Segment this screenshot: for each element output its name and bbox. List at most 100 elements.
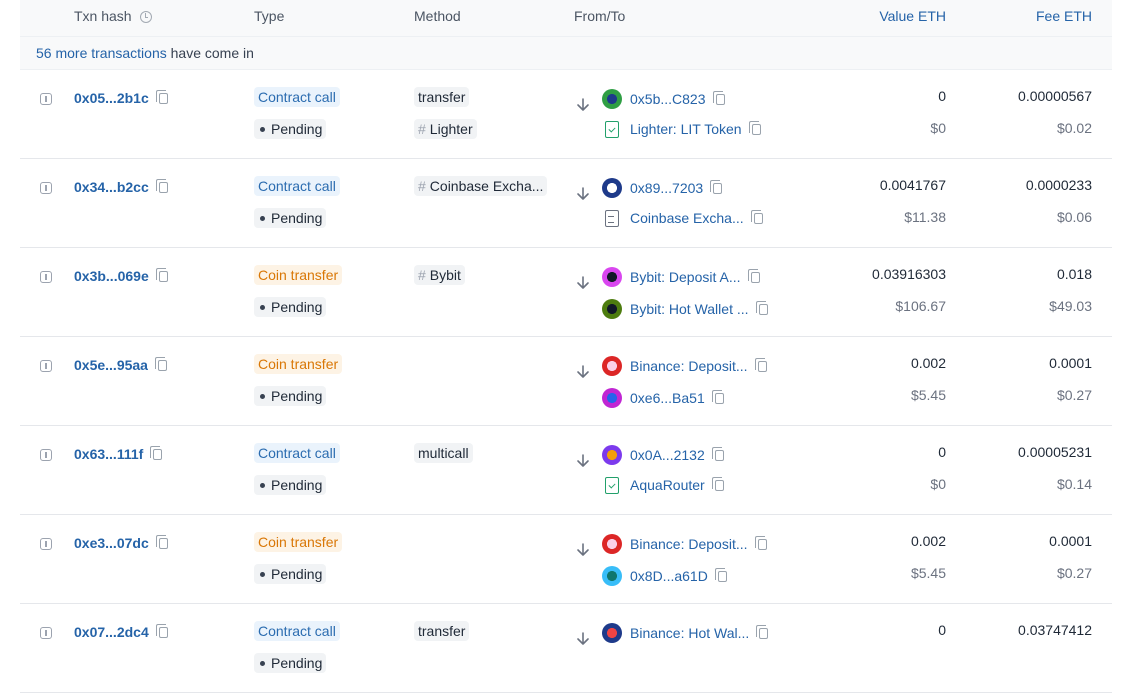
- status-badge: Pending: [254, 475, 327, 495]
- copy-icon[interactable]: [756, 625, 769, 639]
- to-address-avatar-icon: [602, 566, 622, 586]
- method-badge[interactable]: # Bybit: [414, 265, 465, 285]
- fee-usd: $0.27: [1056, 387, 1092, 403]
- from-address[interactable]: 0x0A...2132: [602, 445, 724, 465]
- new-transactions-banner[interactable]: 56 more transactions have come in: [20, 37, 1112, 70]
- copy-icon[interactable]: [747, 269, 760, 283]
- table-row: 0x34...b2cc Contract call Pending # Coinb…: [20, 159, 1112, 248]
- arrow-down-icon: [577, 187, 589, 200]
- fee-eth: 0.03747412: [1018, 622, 1092, 638]
- table-row: 0x07...2dc4 Contract call Pending transf…: [20, 604, 1112, 693]
- arrow-down-icon: [577, 98, 589, 111]
- method-badge[interactable]: # Coinbase Excha...: [414, 176, 548, 196]
- contract-icon: [605, 210, 619, 227]
- status-dot-icon: [260, 661, 265, 666]
- to-address[interactable]: Coinbase Excha...: [602, 210, 763, 227]
- row-details-icon[interactable]: [40, 627, 52, 639]
- hash-tag-icon: #: [418, 178, 426, 194]
- txn-hash-link[interactable]: 0x07...2dc4: [74, 624, 168, 640]
- value-usd: $5.45: [910, 565, 946, 581]
- to-address[interactable]: Bybit: Hot Wallet ...: [602, 299, 768, 319]
- from-address[interactable]: 0x89...7203: [602, 178, 723, 198]
- copy-icon[interactable]: [754, 536, 767, 550]
- clock-icon[interactable]: [139, 11, 152, 23]
- header-fee[interactable]: Fee ETH: [1036, 8, 1092, 24]
- copy-icon[interactable]: [155, 90, 168, 104]
- from-address[interactable]: Binance: Deposit...: [602, 534, 767, 554]
- method-tag-badge[interactable]: # Lighter: [414, 119, 477, 139]
- from-address-avatar-icon: [602, 267, 622, 287]
- copy-icon[interactable]: [155, 179, 168, 193]
- type-badge: Coin transfer: [254, 354, 343, 374]
- txn-hash-link[interactable]: 0x63...111f: [74, 446, 163, 462]
- copy-icon[interactable]: [711, 390, 724, 404]
- txn-hash-link[interactable]: 0x05...2b1c: [74, 90, 168, 106]
- status-badge: Pending: [254, 119, 327, 139]
- copy-icon[interactable]: [750, 210, 763, 224]
- to-address[interactable]: Lighter: LIT Token: [602, 121, 761, 138]
- fee-usd: $0.06: [1056, 209, 1092, 225]
- value-usd: $0: [930, 476, 946, 492]
- arrow-down-icon: [577, 365, 589, 378]
- to-address[interactable]: 0xe6...Ba51: [602, 388, 724, 408]
- txn-hash-link[interactable]: 0x34...b2cc: [74, 179, 168, 195]
- copy-icon[interactable]: [712, 91, 725, 105]
- row-details-icon[interactable]: [40, 271, 52, 283]
- copy-icon[interactable]: [754, 358, 767, 372]
- from-address[interactable]: Binance: Deposit...: [602, 356, 767, 376]
- header-type: Type: [254, 8, 285, 24]
- txn-hash-link[interactable]: 0xe3...07dc: [74, 535, 168, 551]
- copy-icon[interactable]: [711, 447, 724, 461]
- type-badge: Contract call: [254, 621, 340, 641]
- type-badge: Coin transfer: [254, 265, 343, 285]
- table-row: 0xe3...07dc Coin transfer Pending Binanc…: [20, 515, 1112, 604]
- method-badge[interactable]: multicall: [414, 443, 473, 463]
- copy-icon[interactable]: [748, 121, 761, 135]
- status-dot-icon: [260, 483, 265, 488]
- from-address-avatar-icon: [602, 178, 622, 198]
- status-badge: Pending: [254, 208, 327, 228]
- table-row: 0x5e...95aa Coin transfer Pending Binanc…: [20, 337, 1112, 426]
- from-address-avatar-icon: [602, 356, 622, 376]
- from-address-avatar-icon: [602, 623, 622, 643]
- fee-eth: 0.0001: [1049, 533, 1092, 549]
- row-details-icon[interactable]: [40, 538, 52, 550]
- status-dot-icon: [260, 127, 265, 132]
- copy-icon[interactable]: [155, 535, 168, 549]
- to-address[interactable]: AquaRouter: [602, 477, 724, 494]
- header-value[interactable]: Value ETH: [879, 8, 946, 24]
- from-address-avatar-icon: [602, 534, 622, 554]
- value-usd: $0: [930, 120, 946, 136]
- table-row: 0x3b...069e Coin transfer Pending # Bybit…: [20, 248, 1112, 337]
- row-details-icon[interactable]: [40, 449, 52, 461]
- copy-icon[interactable]: [755, 301, 768, 315]
- value-usd: $5.45: [910, 387, 946, 403]
- copy-icon[interactable]: [714, 568, 727, 582]
- to-address[interactable]: 0x8D...a61D: [602, 566, 727, 586]
- copy-icon[interactable]: [155, 268, 168, 282]
- method-badge[interactable]: transfer: [414, 621, 470, 641]
- value-usd: $106.67: [895, 298, 946, 314]
- copy-icon[interactable]: [155, 624, 168, 638]
- table-row: 0x05...2b1c Contract call Pending transf…: [20, 70, 1112, 159]
- copy-icon[interactable]: [150, 446, 163, 460]
- txn-hash-link[interactable]: 0x3b...069e: [74, 268, 168, 284]
- copy-icon[interactable]: [710, 180, 723, 194]
- copy-icon[interactable]: [711, 477, 724, 491]
- from-address[interactable]: Bybit: Deposit A...: [602, 267, 760, 287]
- row-details-icon[interactable]: [40, 360, 52, 372]
- from-address[interactable]: Binance: Hot Wal...: [602, 623, 769, 643]
- txn-hash-link[interactable]: 0x5e...95aa: [74, 357, 167, 373]
- to-address-avatar-icon: [602, 388, 622, 408]
- type-badge: Contract call: [254, 87, 340, 107]
- from-address[interactable]: 0x5b...C823: [602, 89, 725, 109]
- new-transactions-link[interactable]: 56 more transactions: [36, 45, 167, 61]
- to-address-avatar-icon: [602, 299, 622, 319]
- hash-tag-icon: #: [418, 267, 426, 283]
- method-badge[interactable]: transfer: [414, 87, 470, 107]
- row-details-icon[interactable]: [40, 93, 52, 105]
- copy-icon[interactable]: [154, 357, 167, 371]
- row-details-icon[interactable]: [40, 182, 52, 194]
- hash-tag-icon: #: [418, 121, 426, 137]
- fee-eth: 0.00000567: [1018, 88, 1092, 104]
